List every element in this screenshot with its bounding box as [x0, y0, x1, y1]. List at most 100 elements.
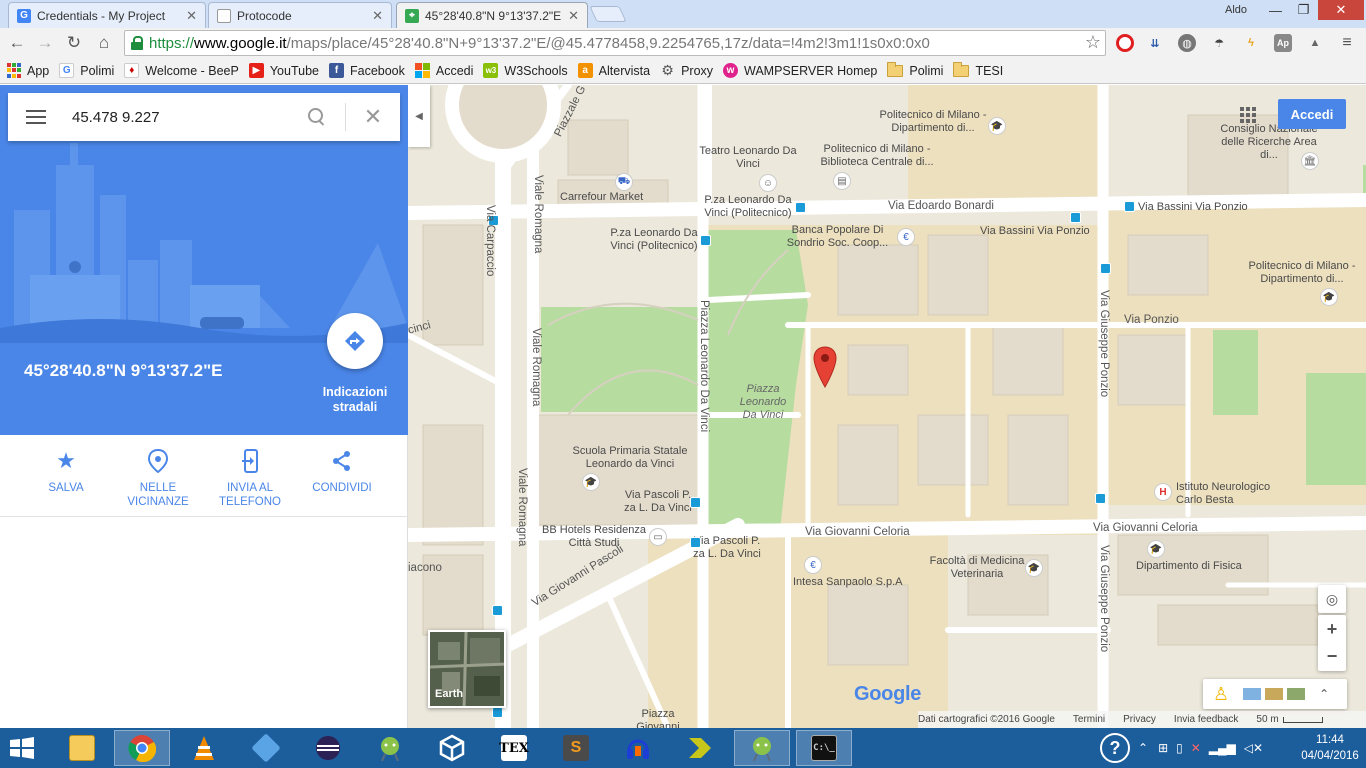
volume-muted-icon[interactable]: ◁✕ — [1244, 741, 1263, 755]
expand-up-icon[interactable]: ⌃ — [1319, 687, 1329, 701]
search-input[interactable]: 45.478 9.227 — [72, 109, 307, 126]
close-icon[interactable]: ✕ — [186, 8, 197, 24]
network-error-icon[interactable]: ✕ — [1191, 741, 1201, 755]
taskbar-eclipse[interactable] — [300, 730, 356, 766]
bookmark-proxy[interactable]: ⚙ Proxy — [660, 62, 713, 78]
download-extension-icon[interactable]: ⇊ — [1146, 34, 1164, 52]
taskbar-virtualbox[interactable] — [238, 730, 294, 766]
menu-icon[interactable]: ≡ — [1338, 34, 1356, 52]
bus-stop-icon[interactable] — [1124, 201, 1135, 212]
map-label-pascoli-stop-2[interactable]: Via Pascoli P. za L. Da Vinci — [692, 535, 762, 561]
university-icon[interactable]: 🎓 — [1147, 540, 1165, 558]
forward-button[interactable]: → — [33, 31, 57, 55]
bus-stop-icon[interactable] — [1100, 263, 1111, 274]
chevron-up-icon[interactable]: ⌃ — [1138, 741, 1148, 755]
windows-small-icon[interactable]: ⊞ — [1158, 741, 1168, 755]
bus-stop-icon[interactable] — [795, 202, 806, 213]
taskbar-sublime[interactable]: S — [548, 730, 604, 766]
map-label-scuola[interactable]: Scuola Primaria Statale Leonardo da Vinc… — [568, 445, 692, 471]
hamburger-menu-icon[interactable] — [26, 110, 46, 124]
taskbar-command-prompt[interactable]: C:\_ — [796, 730, 852, 766]
university-icon[interactable]: 🎓 — [1320, 288, 1338, 306]
bank-icon[interactable]: € — [804, 556, 822, 574]
bookmark-star-icon[interactable]: ☆ — [1085, 32, 1101, 53]
my-location-button[interactable]: ◎ — [1318, 585, 1346, 613]
government-building-icon[interactable]: 🏛 — [1301, 152, 1319, 170]
bookmark-folder-polimi[interactable]: Polimi — [887, 61, 943, 78]
home-button[interactable]: ⌂ — [92, 31, 116, 55]
taskbar-chrome[interactable] — [114, 730, 170, 766]
taskbar-file-explorer[interactable] — [54, 730, 110, 766]
reload-button[interactable]: ↻ — [62, 31, 86, 55]
bookmark-app[interactable]: App — [6, 63, 49, 78]
window-close-button[interactable]: ✕ — [1318, 0, 1364, 20]
map-label-teatro[interactable]: Teatro Leonardo Da Vinci — [698, 145, 798, 171]
map-label-bb-hotels[interactable]: BB Hotels Residenza Città Studi — [534, 524, 654, 550]
map-label-piazza-ldv[interactable]: Piazza Leonardo Da Vinci — [733, 383, 793, 422]
library-icon[interactable]: ▤ — [833, 172, 851, 190]
theater-icon[interactable]: ☺ — [759, 174, 777, 192]
new-tab-button[interactable] — [589, 6, 627, 22]
map-canvas[interactable]: ◀ Piazzale G Politecnico di Milano - Dip… — [408, 85, 1366, 728]
save-button[interactable]: ★ SALVA — [20, 449, 112, 495]
pegman-icon[interactable]: ♙ — [1213, 684, 1229, 705]
bus-stop-icon[interactable] — [700, 235, 711, 246]
google-apps-icon[interactable] — [1240, 107, 1256, 123]
search-icon[interactable] — [307, 107, 327, 127]
university-icon[interactable]: 🎓 — [988, 117, 1006, 135]
taskbar-vlc[interactable] — [176, 730, 232, 766]
drive-extension-icon[interactable]: ▲ — [1306, 34, 1324, 52]
map-label-istituto[interactable]: Istituto Neurologico Carlo Besta — [1176, 481, 1286, 507]
map-label-medicina[interactable]: Facoltà di Medicina Veterinaria — [922, 555, 1032, 581]
share-button[interactable]: CONDIVIDI — [296, 449, 388, 495]
shopping-cart-icon[interactable]: ⛟ — [615, 173, 633, 191]
map-label-bassini-ponzio[interactable]: Via Bassini Via Ponzio — [1138, 201, 1248, 214]
privacy-link[interactable]: Privacy — [1123, 714, 1156, 725]
bookmark-beep[interactable]: ♦ Welcome - BeeP — [124, 63, 239, 78]
map-label-politecnico-dip-2[interactable]: Politecnico di Milano - Dipartimento di.… — [1240, 260, 1364, 286]
map-label-pza-politecnico[interactable]: P.za Leonardo Da Vinci (Politecnico) — [698, 194, 798, 220]
search-box[interactable]: 45.478 9.227 ✕ — [8, 93, 400, 141]
globe-extension-icon[interactable]: ◍ — [1178, 34, 1196, 52]
windows-start-icon[interactable] — [8, 736, 36, 760]
maximize-button[interactable]: ❐ — [1290, 0, 1317, 20]
map-label-intesa[interactable]: Intesa Sanpaolo S.p.A — [793, 576, 902, 589]
tab-protocode[interactable]: Protocode ✕ — [208, 2, 392, 28]
send-feedback-link[interactable]: Invia feedback — [1174, 714, 1239, 725]
bus-stop-icon[interactable] — [1070, 212, 1081, 223]
address-bar[interactable]: https://www.google.it/maps/place/45°28'4… — [124, 30, 1106, 56]
taskbar-unity[interactable] — [424, 730, 480, 766]
directions-button[interactable] — [327, 313, 383, 369]
sign-in-button[interactable]: Accedi — [1278, 99, 1346, 129]
map-label-fisica[interactable]: Dipartimento di Fisica — [1136, 560, 1242, 573]
map-label-carrefour[interactable]: Carrefour Market — [560, 191, 643, 204]
back-button[interactable]: ← — [5, 31, 29, 55]
bus-stop-icon[interactable] — [690, 497, 701, 508]
hotel-icon[interactable]: ▭ — [649, 528, 667, 546]
taskbar-android-studio[interactable] — [362, 730, 418, 766]
bookmark-accedi[interactable]: Accedi — [414, 63, 473, 78]
send-to-phone-button[interactable]: INVIA AL TELEFONO — [204, 449, 296, 509]
taskbar-clock[interactable]: 11:44 04/04/2016 — [1300, 732, 1360, 764]
bus-stop-icon[interactable] — [690, 537, 701, 548]
map-label-politecnico-dip[interactable]: Politecnico di Milano - Dipartimento di.… — [878, 109, 988, 135]
map-label-bassini-ponzio-2[interactable]: Via Bassini Via Ponzio — [980, 225, 1090, 238]
map-label-pascoli-stop[interactable]: Via Pascoli P. za L. Da Vinci — [618, 489, 698, 515]
close-icon[interactable]: ✕ — [372, 8, 383, 24]
imagery-thumbnail-icon[interactable] — [1243, 688, 1262, 700]
agent-extension-icon[interactable]: ☂ — [1210, 34, 1228, 52]
hospital-icon[interactable]: H — [1154, 483, 1172, 501]
device-icon[interactable]: ▯ — [1176, 741, 1183, 755]
bookmark-folder-tesi[interactable]: TESI — [953, 61, 1003, 78]
collapse-panel-button[interactable]: ◀ — [408, 85, 430, 147]
help-icon[interactable]: ? — [1100, 733, 1130, 763]
bookmark-altervista[interactable]: a Altervista — [577, 63, 650, 78]
bus-stop-icon[interactable] — [492, 707, 503, 718]
profile-name[interactable]: Aldo — [1225, 4, 1247, 16]
map-label-biblioteca[interactable]: Politecnico di Milano - Biblioteca Centr… — [812, 143, 942, 169]
bus-stop-icon[interactable] — [492, 605, 503, 616]
ap-extension-icon[interactable]: Ap — [1274, 34, 1292, 52]
map-label-piazza-giovanni[interactable]: Piazza Giovanni — [628, 708, 688, 728]
clear-search-icon[interactable]: ✕ — [346, 104, 400, 130]
bookmark-polimi[interactable]: G Polimi — [59, 63, 114, 78]
